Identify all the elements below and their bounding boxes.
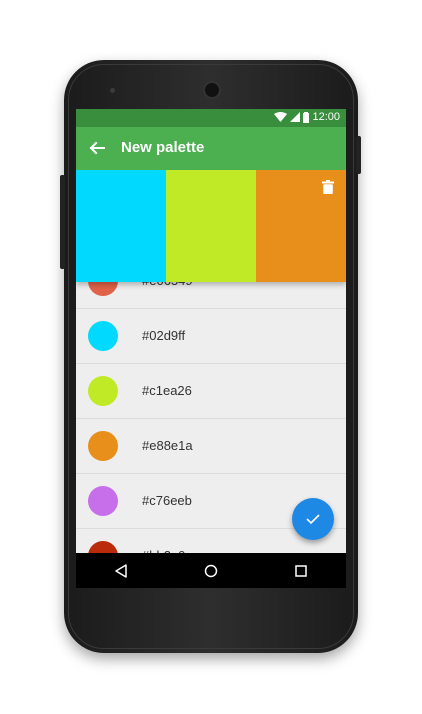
status-bar: 12:00 bbox=[76, 109, 346, 127]
color-dot bbox=[88, 376, 118, 406]
back-triangle-icon bbox=[115, 563, 127, 578]
color-dot bbox=[88, 321, 118, 351]
wifi-icon bbox=[274, 112, 288, 122]
swatch-2[interactable] bbox=[166, 170, 256, 282]
signal-icon bbox=[290, 112, 301, 122]
front-camera bbox=[203, 81, 221, 99]
nav-recents-button[interactable] bbox=[286, 556, 316, 586]
app-bar: New palette bbox=[76, 127, 346, 170]
list-item[interactable]: #e88e1a bbox=[76, 419, 346, 474]
color-hex: #c76eeb bbox=[142, 493, 192, 508]
color-hex: #e88e1a bbox=[142, 438, 193, 453]
color-hex: #c1ea26 bbox=[142, 383, 192, 398]
check-icon bbox=[306, 514, 320, 525]
volume-button bbox=[60, 175, 65, 269]
nav-home-button[interactable] bbox=[196, 556, 226, 586]
screen: 12:00 New palette #e06349 #02d9ff #c1ea2… bbox=[76, 109, 346, 588]
color-hex: #02d9ff bbox=[142, 328, 186, 343]
swatch-1[interactable] bbox=[76, 170, 166, 282]
status-icons: 12:00 bbox=[274, 111, 340, 123]
color-dot bbox=[88, 431, 118, 461]
recents-square-icon bbox=[295, 564, 307, 577]
confirm-fab-button[interactable] bbox=[292, 498, 334, 540]
list-item[interactable]: #02d9ff bbox=[76, 309, 346, 364]
nav-back-button[interactable] bbox=[106, 556, 136, 586]
status-time: 12:00 bbox=[312, 111, 340, 123]
page-title: New palette bbox=[121, 139, 205, 156]
delete-icon[interactable] bbox=[322, 180, 334, 194]
palette-preview bbox=[76, 170, 346, 282]
back-arrow-icon[interactable] bbox=[88, 139, 106, 157]
list-item[interactable]: #c1ea26 bbox=[76, 364, 346, 419]
battery-icon bbox=[303, 111, 310, 123]
system-nav-bar bbox=[76, 553, 346, 588]
power-button bbox=[356, 136, 361, 174]
color-dot bbox=[88, 486, 118, 516]
home-circle-icon bbox=[204, 564, 218, 577]
sensor-dot bbox=[110, 88, 115, 93]
